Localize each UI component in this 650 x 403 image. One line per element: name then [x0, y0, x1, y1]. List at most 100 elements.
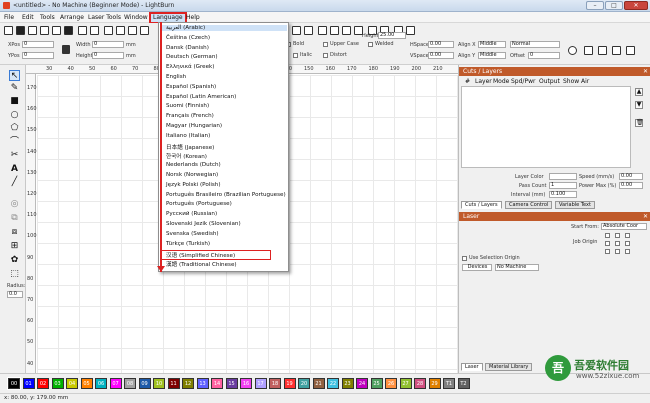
pass-count-field[interactable]: 1 — [549, 182, 577, 189]
vspace-field[interactable]: 0.00 — [428, 52, 454, 59]
origin-center[interactable] — [615, 241, 620, 246]
palette-swatch[interactable]: 12 — [182, 378, 194, 389]
flip-icon-2[interactable] — [626, 46, 635, 55]
distribute-icon[interactable] — [304, 26, 313, 35]
language-option[interactable]: Magyar (Hungarian) — [166, 123, 222, 129]
tab-material-library[interactable]: Material Library — [485, 363, 533, 371]
language-option[interactable]: Español (Latin American) — [166, 94, 236, 100]
palette-swatch[interactable]: 14 — [211, 378, 223, 389]
import-icon[interactable] — [52, 26, 61, 35]
language-option[interactable]: 한국어 (Korean) — [166, 152, 207, 160]
palette-swatch[interactable]: 22 — [327, 378, 339, 389]
origin-bottom-left[interactable] — [605, 249, 610, 254]
origin-bottom-center[interactable] — [615, 249, 620, 254]
italic-checkbox[interactable] — [293, 53, 298, 58]
language-option[interactable]: Svenska (Swedish) — [166, 231, 219, 237]
palette-swatch[interactable]: 07 — [109, 378, 122, 389]
language-option[interactable]: 汉语 (Simplified Chinese) — [160, 250, 271, 261]
undo-icon[interactable] — [78, 26, 87, 35]
maximize-button[interactable]: □ — [605, 1, 623, 10]
ellipse-tool-icon[interactable]: ○ — [9, 110, 20, 121]
language-option[interactable]: Dansk (Danish) — [166, 45, 209, 51]
delete-layer-icon[interactable]: 🗑 — [635, 119, 644, 127]
palette-swatch[interactable]: 15 — [225, 378, 238, 389]
zoom-in-icon[interactable] — [128, 26, 137, 35]
layer-color-field[interactable] — [549, 173, 577, 180]
mirror-icon[interactable] — [330, 26, 339, 35]
scissors-tool-icon[interactable]: ✂ — [9, 150, 20, 161]
move-layer-down-icon[interactable]: ▼ — [635, 101, 643, 109]
palette-swatch[interactable]: 25 — [370, 378, 383, 389]
tab-camera-control[interactable]: Camera Control — [505, 201, 553, 209]
close-button[interactable]: ✕ — [624, 1, 648, 10]
radius-field[interactable]: 0.0 — [7, 291, 23, 298]
hspace-field[interactable]: 0.00 — [428, 41, 454, 48]
path-tool-icon[interactable]: ⌒ — [9, 137, 20, 148]
offset-field[interactable]: 0 — [528, 52, 560, 59]
language-option[interactable]: Język Polski (Polish) — [166, 182, 221, 188]
use-selection-origin-checkbox[interactable] — [462, 256, 467, 261]
palette-swatch[interactable]: 23 — [341, 378, 354, 389]
interval-field[interactable]: 0.100 — [549, 191, 577, 198]
language-option[interactable]: Français (French) — [166, 113, 214, 119]
align-icon[interactable] — [292, 26, 301, 35]
palette-swatch[interactable]: 01 — [22, 378, 35, 389]
origin-mid-right[interactable] — [625, 241, 630, 246]
upper-case-checkbox[interactable] — [323, 42, 328, 47]
language-option[interactable]: English — [166, 74, 186, 80]
language-option[interactable]: العربية (Arabic) — [160, 25, 287, 31]
language-option[interactable]: Italiano (Italian) — [166, 133, 210, 139]
palette-swatch[interactable]: 10 — [153, 378, 165, 389]
origin-mid-left[interactable] — [605, 241, 610, 246]
open-folder-icon[interactable] — [16, 26, 25, 35]
redo-icon[interactable] — [90, 26, 99, 35]
paste-icon[interactable] — [116, 26, 125, 35]
tab-variable-text[interactable]: Variable Text — [555, 201, 595, 209]
palette-swatch[interactable]: 29 — [428, 378, 441, 389]
palette-swatch[interactable]: 08 — [124, 378, 136, 389]
mirror-h-icon[interactable] — [584, 46, 593, 55]
lock-icon[interactable] — [62, 45, 70, 54]
menu-help[interactable]: Help — [186, 14, 200, 21]
menu-edit[interactable]: Edit — [22, 14, 34, 21]
select-tool-icon[interactable]: ↖ — [9, 70, 20, 81]
palette-swatch[interactable]: 24 — [356, 378, 368, 389]
language-option[interactable]: Suomi (Finnish) — [166, 103, 209, 109]
palette-swatch[interactable]: 11 — [167, 378, 180, 389]
max-power-field[interactable]: 0.00 — [619, 182, 643, 189]
language-option[interactable]: 漢語 (Traditional Chinese) — [166, 260, 237, 268]
corner-radius-icon[interactable]: ⬚ — [9, 269, 20, 280]
palette-swatch[interactable]: 19 — [283, 378, 296, 389]
save-as-icon[interactable] — [40, 26, 49, 35]
edit-nodes-icon[interactable]: ✎ — [9, 83, 20, 94]
minimize-button[interactable]: – — [586, 1, 604, 10]
mirror-v-icon[interactable] — [598, 46, 607, 55]
export-icon[interactable] — [64, 26, 73, 35]
circular-array-icon[interactable]: ✿ — [9, 255, 20, 266]
speed-field[interactable]: 0.00 — [619, 173, 643, 180]
boolean-union-icon[interactable]: ⧈ — [9, 227, 20, 238]
font-height-field[interactable]: 25.00 — [378, 32, 406, 39]
palette-swatch[interactable]: 13 — [196, 378, 209, 389]
start-from-select[interactable]: Absolute Coor — [601, 223, 647, 230]
origin-top-right[interactable] — [625, 233, 630, 238]
polygon-tool-icon[interactable]: ⬠ — [9, 123, 20, 134]
palette-swatch[interactable]: T1 — [443, 378, 455, 389]
palette-swatch[interactable]: 06 — [95, 378, 107, 389]
palette-swatch[interactable]: 26 — [385, 378, 397, 389]
palette-swatch[interactable]: 27 — [399, 378, 412, 389]
palette-swatch[interactable]: 00 — [7, 377, 21, 390]
language-option[interactable]: Slovenski Jezik (Slovenian) — [166, 221, 241, 227]
xpos-field[interactable]: 0 — [22, 41, 54, 48]
menu-tools[interactable]: Tools — [40, 14, 55, 21]
tab-laser[interactable]: Laser — [461, 363, 483, 371]
new-file-icon[interactable] — [4, 26, 13, 35]
palette-swatch[interactable]: 20 — [298, 378, 310, 389]
language-option[interactable]: 日本語 (Japanese) — [166, 143, 214, 151]
menu-file[interactable]: File — [4, 14, 14, 21]
ypos-field[interactable]: 0 — [22, 52, 54, 59]
language-option[interactable]: Español (Spanish) — [166, 84, 216, 90]
language-option[interactable]: Русский (Russian) — [166, 211, 217, 217]
palette-swatch[interactable]: 16 — [240, 378, 252, 389]
device-select[interactable]: No Machine — [495, 264, 539, 271]
